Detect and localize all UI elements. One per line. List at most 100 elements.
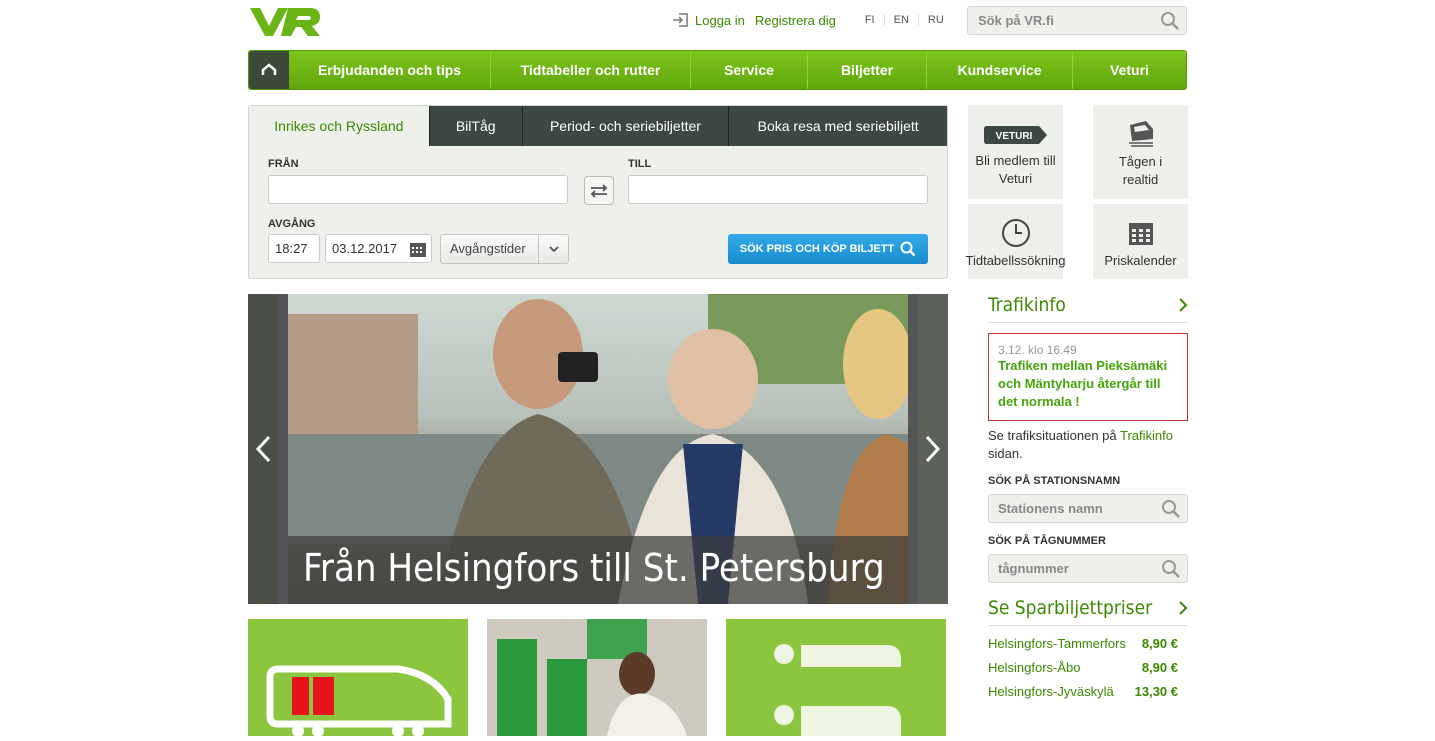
sleeper-berth-icon (774, 644, 901, 736)
date-input[interactable]: 03.12.2017 (325, 234, 432, 263)
price-value: 8,90 € (1141, 636, 1178, 651)
train-search-label: SÖK PÅ TÅGNUMMER (988, 535, 1106, 547)
main-nav: Erbjudanden och tips Tidtabeller och rut… (248, 50, 1187, 90)
price-value: 13,30 € (1134, 684, 1178, 699)
price-row[interactable]: Helsingfors-Tammerfors 8,90 € (988, 632, 1188, 656)
search-icon[interactable] (1160, 11, 1180, 31)
swap-stations-button[interactable] (584, 176, 614, 205)
price-row[interactable]: Helsingfors-Jyväskylä 13,30 € (988, 680, 1188, 704)
price-list: Helsingfors-Tammerfors 8,90 € Helsingfors… (988, 632, 1188, 704)
chevron-right-icon (1179, 298, 1188, 312)
nav-offers[interactable]: Erbjudanden och tips (289, 51, 490, 89)
traffic-info-link[interactable]: Trafikinfo (1120, 428, 1173, 443)
login-icon (673, 13, 688, 27)
train-number-input[interactable]: tågnummer (988, 554, 1188, 583)
traffic-alert[interactable]: 3.12. klo 16.49 Trafiken mellan Pieksämä… (988, 333, 1188, 421)
calendar-icon (1128, 223, 1153, 245)
traffic-header[interactable]: Trafikinfo (988, 294, 1188, 323)
search-icon[interactable] (1161, 499, 1181, 519)
tile-timetable-label: Tidtabellssökning (965, 253, 1066, 268)
traffic-info-prefix: Se trafiksituationen på (988, 428, 1121, 443)
alert-time: 3.12. klo 16.49 (998, 343, 1077, 357)
chevron-right-icon (1179, 601, 1188, 615)
train-icon (1128, 121, 1153, 147)
vr-logo[interactable] (248, 4, 322, 38)
calendar-icon[interactable] (409, 240, 427, 258)
station-search-input[interactable]: Stationens namn (988, 494, 1188, 523)
login-link[interactable]: Logga in (672, 12, 745, 28)
chevron-right-icon[interactable] (923, 434, 943, 464)
alert-message: Trafiken mellan Pieksämäki och Mäntyharj… (998, 358, 1168, 409)
veturi-badge-text: VETURI (995, 131, 1032, 142)
clock-icon (1001, 219, 1030, 247)
site-search-placeholder: Sök på VR.fi (978, 13, 1054, 28)
tab-series-ticket[interactable]: Boka resa med seriebiljett (728, 106, 947, 146)
train-interior-photo (487, 619, 707, 736)
to-input[interactable] (628, 175, 928, 204)
site-search-input[interactable]: Sök på VR.fi (967, 6, 1187, 35)
departure-times-select[interactable]: Avgångstider (440, 234, 569, 264)
hero-caption[interactable]: Från Helsingfors till St. Petersburg (288, 536, 908, 604)
top-links: Logga in Registrera dig FI EN RU (672, 12, 953, 28)
booking-widget: Inrikes och Ryssland BilTåg Period- och … (248, 105, 948, 279)
from-label: FRÅN (268, 158, 299, 170)
register-link[interactable]: Registrera dig (755, 13, 836, 28)
departure-times-label: Avgångstider (450, 241, 526, 256)
lang-fi[interactable]: FI (856, 14, 884, 26)
traffic-info-text: Se trafiksituationen på Trafikinfo sidan… (988, 427, 1188, 463)
tab-domestic[interactable]: Inrikes och Ryssland (249, 106, 429, 146)
price-value: 8,90 € (1141, 660, 1178, 675)
chevron-left-icon[interactable] (253, 434, 273, 464)
tab-cartrain[interactable]: BilTåg (428, 106, 522, 146)
price-route: Helsingfors-Jyväskylä (988, 684, 1114, 699)
tile-realtime-label: Tågen i realtid (1118, 154, 1163, 187)
promo-sleeper[interactable] (726, 619, 946, 736)
right-column: Trafikinfo 3.12. klo 16.49 Trafiken mell… (988, 294, 1188, 704)
promo-train-interior[interactable] (487, 619, 707, 736)
search-icon[interactable] (1161, 559, 1181, 579)
veturi-badge-icon: VETURI (983, 126, 1047, 144)
to-label: TILL (628, 158, 652, 170)
swap-icon (590, 183, 608, 198)
search-price-label: SÖK PRIS OCH KÖP BILJETT (739, 243, 895, 255)
promo-battery[interactable] (248, 619, 468, 737)
tile-price-calendar-label: Priskalender (1104, 253, 1177, 268)
prices-title: Se Sparbiljettpriser (988, 597, 1153, 619)
station-search-label: SÖK PÅ STATIONSNAMN (988, 475, 1121, 487)
chevron-down-icon (538, 235, 568, 263)
prices-header[interactable]: Se Sparbiljettpriser (988, 597, 1188, 626)
hero-carousel: Från Helsingfors till St. Petersburg (248, 294, 948, 604)
price-route: Helsingfors-Åbo (988, 660, 1081, 675)
tile-price-calendar[interactable]: Priskalender (1093, 204, 1188, 279)
from-input[interactable] (268, 175, 568, 204)
date-value: 03.12.2017 (332, 241, 398, 256)
login-label: Logga in (695, 12, 745, 28)
language-switch: FI EN RU (856, 14, 953, 26)
lang-ru[interactable]: RU (917, 14, 953, 26)
nav-customer-service[interactable]: Kundservice (926, 51, 1072, 89)
station-search-placeholder: Stationens namn (998, 501, 1103, 516)
nav-tickets[interactable]: Biljetter (807, 51, 926, 89)
tab-period-tickets[interactable]: Period- och seriebiljetter (521, 106, 729, 146)
price-route: Helsingfors-Tammerfors (988, 636, 1126, 651)
departure-label: AVGÅNG (268, 218, 316, 230)
battery-train-icon (266, 665, 452, 737)
nav-timetables[interactable]: Tidtabeller och rutter (490, 51, 690, 89)
train-number-placeholder: tågnummer (998, 561, 1069, 576)
traffic-title: Trafikinfo (988, 294, 1066, 316)
nav-service[interactable]: Service (690, 51, 807, 89)
search-icon (900, 241, 916, 257)
time-input[interactable]: 18:27 (268, 234, 320, 263)
tile-veturi-label: Bli medlem till Veturi (975, 153, 1056, 186)
traffic-info-suffix: sidan. (988, 446, 1023, 461)
tile-veturi-membership[interactable]: VETURI Bli medlem till Veturi (968, 105, 1063, 199)
home-icon (261, 63, 277, 75)
nav-veturi[interactable]: Veturi (1072, 51, 1186, 89)
home-button[interactable] (249, 51, 289, 89)
tile-timetable-search[interactable]: Tidtabellssökning (965, 204, 1066, 279)
price-row[interactable]: Helsingfors-Åbo 8,90 € (988, 656, 1188, 680)
tile-realtime-trains[interactable]: Tågen i realtid (1093, 105, 1188, 199)
booking-tabs: Inrikes och Ryssland BilTåg Period- och … (249, 106, 947, 146)
lang-en[interactable]: EN (883, 14, 918, 26)
search-price-button[interactable]: SÖK PRIS OCH KÖP BILJETT (728, 234, 928, 264)
